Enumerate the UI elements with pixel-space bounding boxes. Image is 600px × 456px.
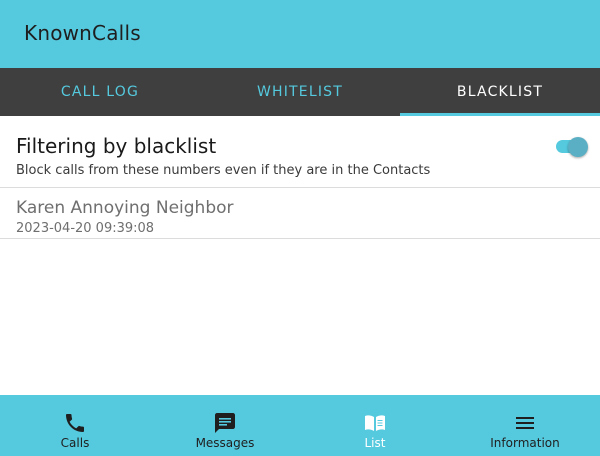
- phone-icon: [63, 411, 87, 435]
- tab-label: WHITELIST: [256, 84, 344, 100]
- blacklist-entry[interactable]: Karen Annoying Neighbor 2023-04-20 09:39…: [0, 189, 600, 239]
- filter-title: Filtering by blacklist: [16, 134, 217, 158]
- app-title: KnownCalls: [24, 21, 141, 45]
- toggle-thumb: [568, 137, 588, 157]
- nav-label: Calls: [60, 436, 90, 450]
- tab-label: CALL LOG: [60, 84, 140, 100]
- blacklist-filter-toggle[interactable]: [556, 137, 588, 157]
- tab-blacklist[interactable]: BLACKLIST: [400, 68, 600, 116]
- book-icon: [363, 411, 387, 435]
- blacklist-filter-setting: Filtering by blacklist Block calls from …: [0, 116, 600, 188]
- filter-description: Block calls from these numbers even if t…: [16, 163, 431, 178]
- tab-whitelist[interactable]: WHITELIST: [200, 68, 400, 116]
- tab-bar: CALL LOG WHITELIST BLACKLIST: [0, 68, 600, 116]
- nav-label: Messages: [195, 436, 255, 450]
- tab-call-log[interactable]: CALL LOG: [0, 68, 200, 116]
- bottom-navigation: Calls Messages List Information: [0, 395, 600, 456]
- nav-label: List: [364, 436, 386, 450]
- nav-label: Information: [490, 436, 560, 450]
- nav-messages[interactable]: Messages: [150, 395, 300, 456]
- menu-icon: [513, 411, 537, 435]
- entry-name: Karen Annoying Neighbor: [16, 198, 234, 218]
- entry-timestamp: 2023-04-20 09:39:08: [16, 221, 155, 236]
- app-bar: KnownCalls: [0, 0, 600, 68]
- nav-list[interactable]: List: [300, 395, 450, 456]
- nav-calls[interactable]: Calls: [0, 395, 150, 456]
- message-icon: [213, 411, 237, 435]
- tab-label: BLACKLIST: [456, 84, 544, 100]
- nav-information[interactable]: Information: [450, 395, 600, 456]
